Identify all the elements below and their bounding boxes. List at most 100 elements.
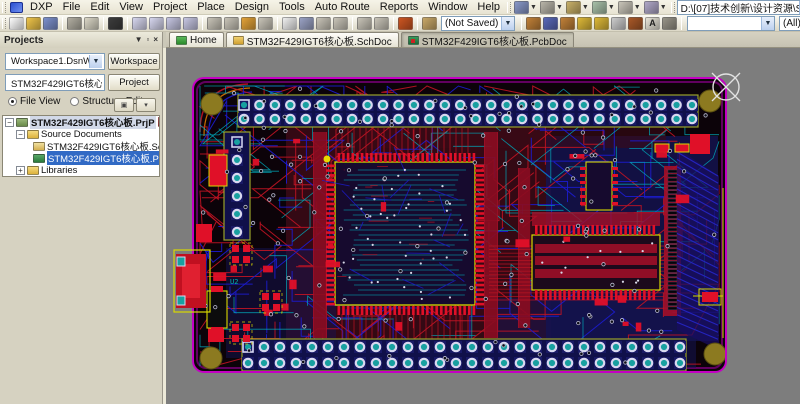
menu-tools[interactable]: Tools (274, 0, 310, 15)
toolbar-group-1-icon[interactable] (514, 0, 530, 14)
panel-close-icon[interactable]: × (153, 35, 158, 45)
workspace-button[interactable]: Workspace (108, 53, 160, 70)
expand-icon[interactable]: + (16, 165, 25, 175)
toolbar-group-6-icon[interactable] (643, 0, 659, 14)
toolbar-grip[interactable] (2, 17, 6, 29)
filter-combo[interactable]: (All) ▼ (779, 15, 800, 31)
panel-menu-icon[interactable]: ▼ (135, 35, 143, 45)
interactive-routing-icon[interactable] (526, 16, 541, 30)
place-pad-icon[interactable] (577, 16, 592, 30)
structure-editor-radio[interactable] (70, 97, 80, 106)
chevron-down-icon[interactable]: ▼ (608, 4, 615, 11)
toolbar-grip[interactable] (2, 1, 6, 13)
bottom-pin-header[interactable] (241, 338, 687, 371)
toolbar-grip[interactable] (507, 1, 512, 13)
toolbar-group-4-icon[interactable] (591, 0, 607, 14)
pcb-editor-area[interactable]: USBU2 (166, 48, 800, 404)
cut-icon[interactable] (207, 16, 222, 30)
document-tab-bar: Home STM32F429IGT6核心板.SchDoc STM32F429IGT6… (166, 32, 800, 48)
paste-array-icon[interactable] (258, 16, 273, 30)
show-documents-icon[interactable]: ▣ (114, 98, 134, 112)
tree-row-project[interactable]: − STM32F429IGT6核心板.PrjP (3, 116, 159, 129)
place-polygon-icon[interactable] (560, 16, 575, 30)
zoom-fit-icon[interactable] (132, 16, 147, 30)
small-ic-footprint[interactable] (580, 161, 618, 211)
menu-file[interactable]: File (58, 0, 86, 15)
chevron-down-icon[interactable]: ▼ (761, 16, 774, 30)
paste-icon[interactable] (241, 16, 256, 30)
print-icon[interactable] (67, 16, 82, 30)
chevron-down-icon[interactable]: ▼ (530, 4, 537, 11)
place-dimension-icon[interactable] (662, 16, 677, 30)
clear-filter-icon[interactable] (333, 16, 348, 30)
browse-library-icon[interactable] (422, 16, 437, 30)
zoom-area-icon[interactable] (149, 16, 164, 30)
sdram-footprint[interactable] (531, 225, 661, 300)
place-arc-icon[interactable] (611, 16, 626, 30)
menu-place[interactable]: Place (192, 0, 230, 15)
edit-select-icon[interactable] (543, 16, 558, 30)
usb-connector[interactable] (173, 249, 211, 313)
panel-pin-icon[interactable]: ▫ (146, 35, 149, 45)
file-view-radio[interactable] (8, 97, 17, 106)
menu-design[interactable]: Design (230, 0, 274, 15)
chevron-down-icon[interactable]: ▼ (634, 4, 641, 11)
undo-icon[interactable] (357, 16, 372, 30)
browse-eye-icon[interactable] (108, 16, 123, 30)
place-fill-icon[interactable] (628, 16, 643, 30)
toolbar-group-3-icon[interactable] (565, 0, 581, 14)
menu-edit[interactable]: Edit (85, 0, 114, 15)
menu-view[interactable]: View (114, 0, 148, 15)
cross-probe-icon[interactable] (398, 16, 413, 30)
copy-icon[interactable] (224, 16, 239, 30)
pcb-canvas[interactable]: USBU2 (166, 48, 800, 404)
mcu-footprint[interactable] (321, 146, 484, 315)
open-document-icon[interactable] (26, 16, 41, 30)
zoom-selected-icon[interactable] (183, 16, 198, 30)
collapse-icon[interactable]: − (5, 117, 14, 127)
folder-icon (27, 129, 39, 139)
menu-auto-route[interactable]: Auto Route (310, 0, 375, 15)
menu-help[interactable]: Help (472, 0, 505, 15)
mask-level-combo[interactable]: ▼ (687, 15, 775, 31)
workspace-combo[interactable]: Workspace1.DsnWrk ▼ (5, 53, 105, 70)
tab-home[interactable]: Home (169, 32, 224, 47)
toolbar-group-5-icon[interactable] (617, 0, 633, 14)
open-project-folder-icon[interactable]: ▾ (136, 98, 156, 112)
chevron-down-icon[interactable]: ▼ (660, 4, 667, 11)
menu-window[interactable]: Window (423, 0, 472, 15)
toolbar-group-2-icon[interactable] (539, 0, 555, 14)
select-area-icon[interactable] (282, 16, 297, 30)
clear-selection-icon[interactable] (316, 16, 331, 30)
redo-icon[interactable] (374, 16, 389, 30)
place-string-icon[interactable]: A (645, 16, 660, 30)
toolbar-grip[interactable] (670, 1, 675, 13)
print-preview-icon[interactable] (84, 16, 99, 30)
collapse-icon[interactable]: − (16, 129, 25, 139)
chevron-down-icon[interactable]: ▼ (89, 55, 102, 68)
document-path-combo[interactable]: D:\[07]技术创新\设计资源\STM3 ▼ (676, 0, 800, 15)
menu-bar: DXP File Edit View Project Place Design Tools Au… (0, 0, 800, 15)
layer-pair-combo[interactable]: (Not Saved) ▼ (441, 15, 515, 31)
chevron-down-icon[interactable]: ▼ (556, 4, 563, 11)
place-via-icon[interactable] (594, 16, 609, 30)
chevron-down-icon[interactable]: ▼ (501, 16, 514, 30)
menu-project[interactable]: Project (148, 0, 192, 15)
top-pin-header[interactable] (237, 94, 699, 128)
toolbar-separator (521, 16, 522, 30)
tab-sch[interactable]: STM32F429IGT6核心板.SchDoc (225, 32, 399, 48)
zoom-in-icon[interactable] (166, 16, 181, 30)
tree-row-libraries[interactable]: + Libraries (3, 164, 159, 176)
move-object-icon[interactable] (299, 16, 314, 30)
new-document-icon[interactable] (9, 16, 24, 30)
menu-reports[interactable]: Reports (375, 0, 424, 15)
project-button[interactable]: Project (108, 74, 160, 91)
project-field[interactable]: STM32F429IGT6核心板.PrjPCB (5, 74, 105, 91)
silk-u2-label: U2 (230, 278, 238, 286)
menu-dxp[interactable]: DXP (25, 0, 58, 15)
left-pin-header[interactable] (223, 131, 251, 241)
tree-row-pcbdoc[interactable]: STM32F429IGT6核心板.Pc (3, 151, 159, 165)
tab-pcb[interactable]: STM32F429IGT6核心板.PcbDoc (400, 32, 574, 48)
chevron-down-icon[interactable]: ▼ (582, 4, 589, 11)
save-icon[interactable] (43, 16, 58, 30)
